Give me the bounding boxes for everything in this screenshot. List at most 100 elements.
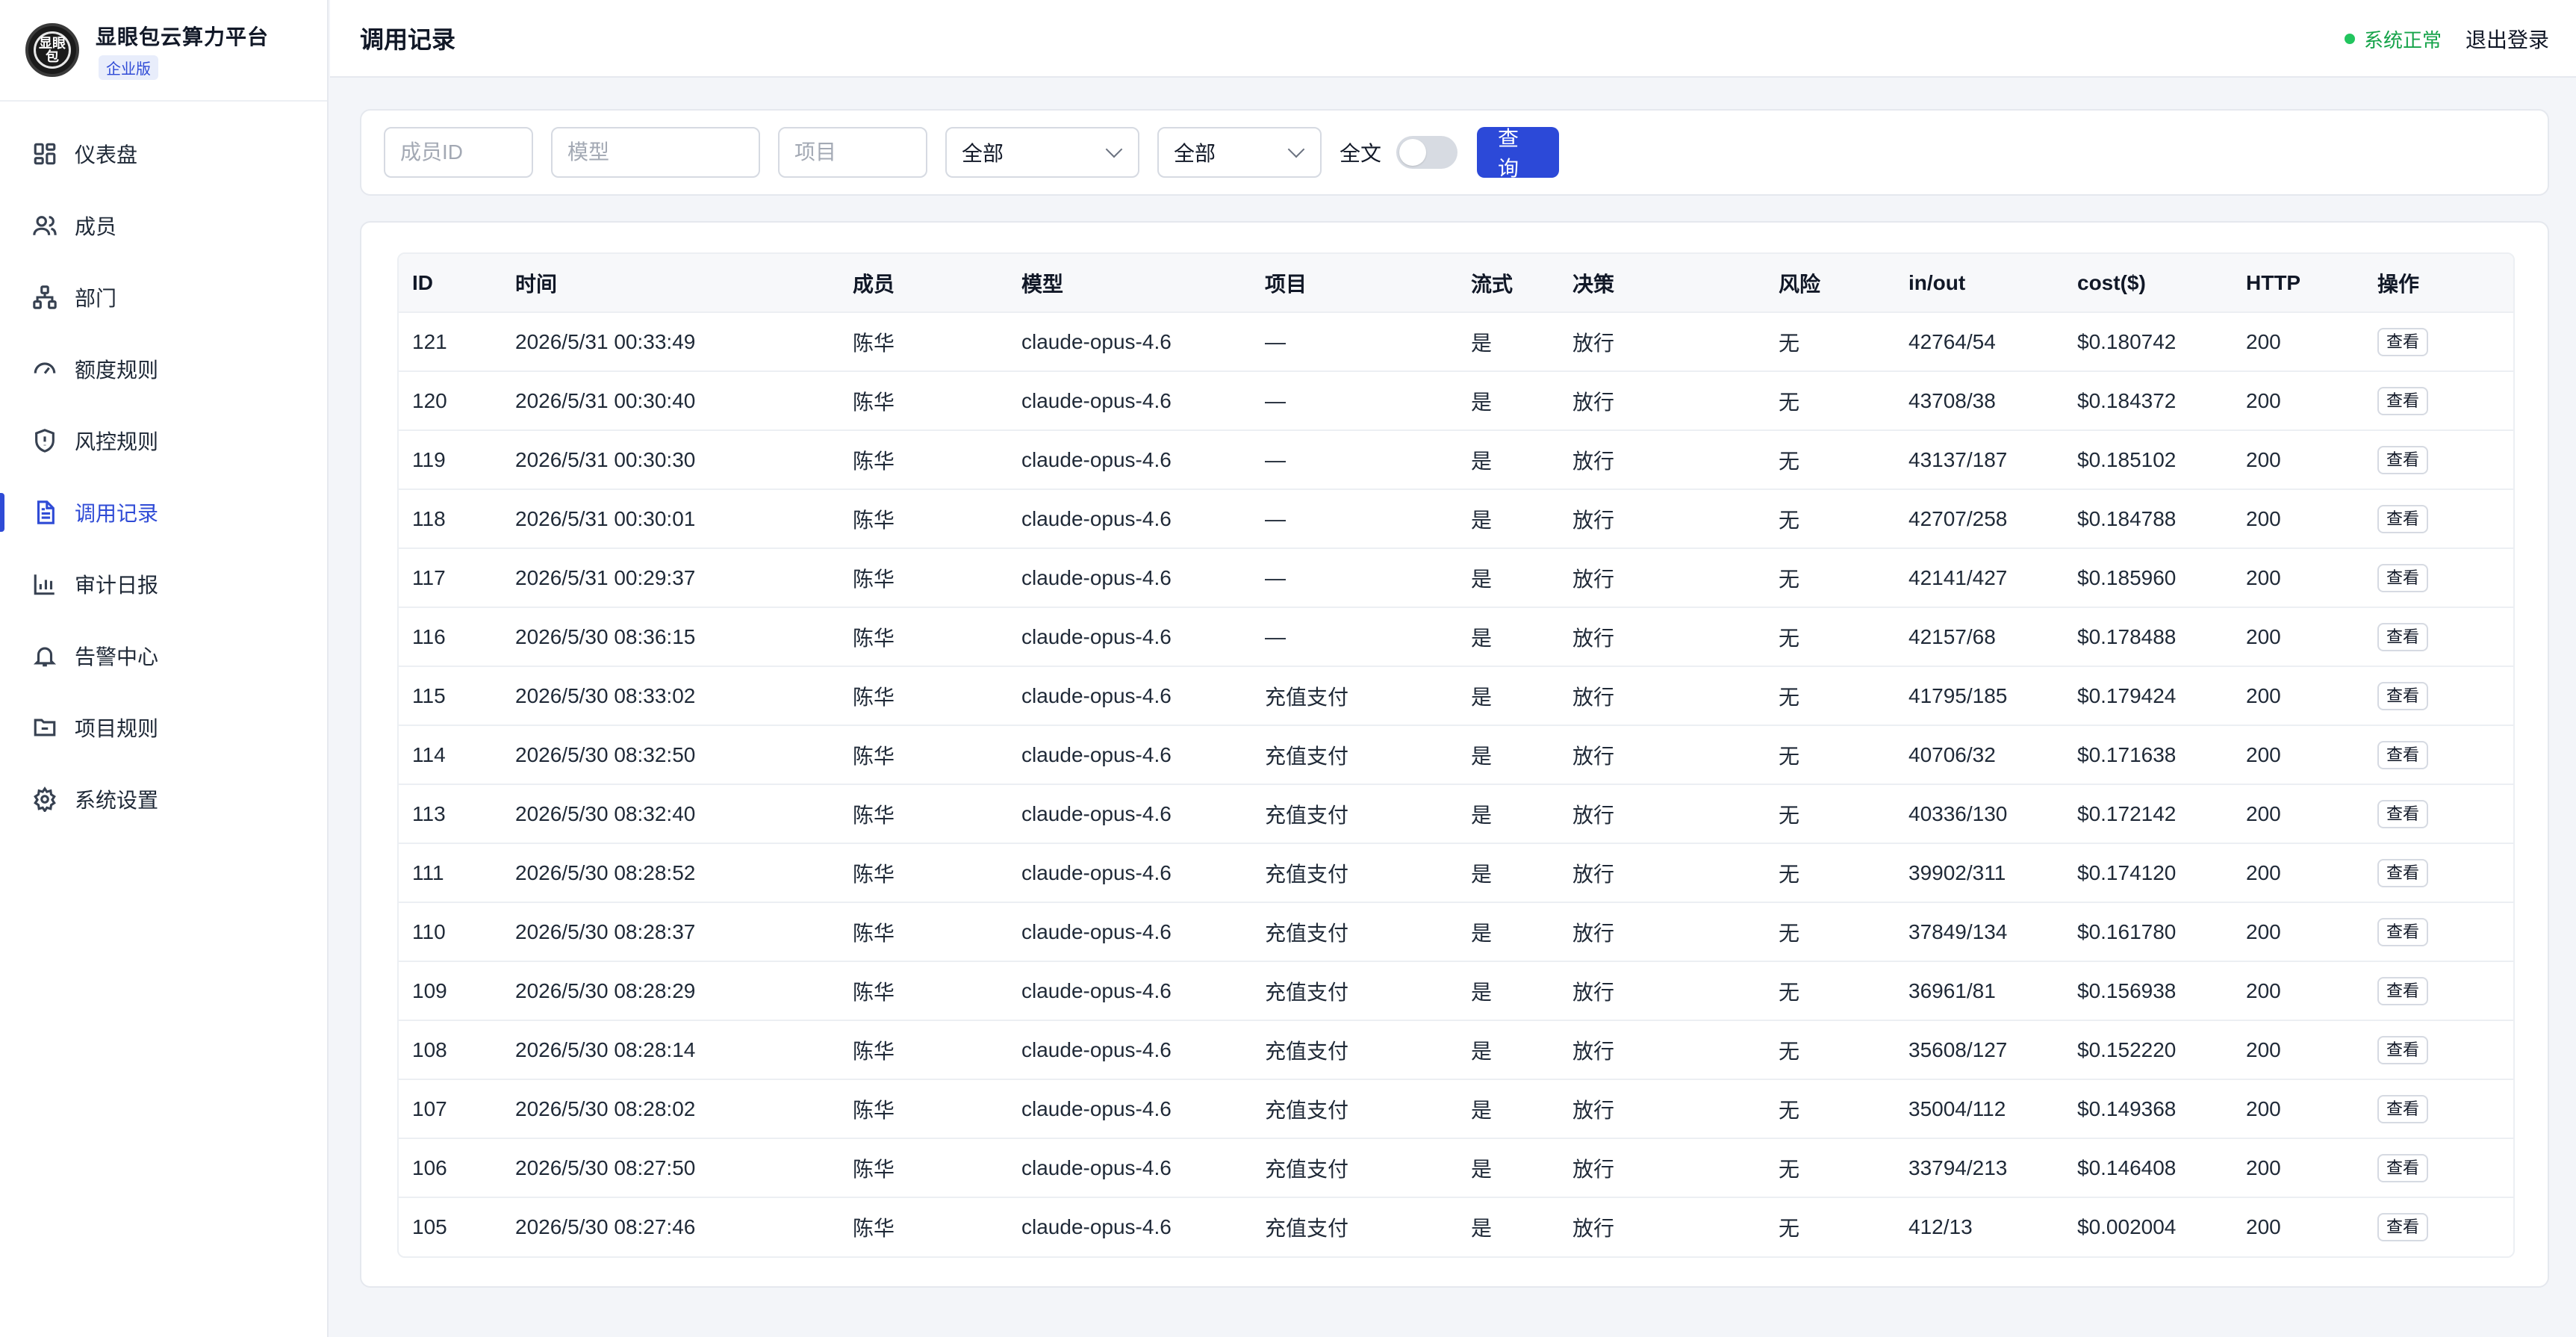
sidebar-item[interactable]: 审计日报	[0, 548, 327, 620]
project-input[interactable]	[778, 127, 927, 178]
cell-action: 查看	[2364, 1197, 2513, 1256]
cell-id: 106	[412, 1155, 447, 1179]
cell-id: 113	[412, 801, 446, 825]
cell-time: 2026/5/31 00:29:37	[515, 565, 696, 589]
cell-model: claude-opus-4.6	[1021, 919, 1172, 943]
cell-id: 109	[412, 978, 447, 1002]
cell-model: claude-opus-4.6	[1021, 388, 1172, 412]
view-button[interactable]: 查看	[2377, 504, 2429, 533]
view-button[interactable]: 查看	[2377, 327, 2429, 356]
cell-project: 充值支付	[1265, 744, 1349, 768]
sidebar-item-label: 成员	[75, 215, 117, 238]
cell-action: 查看	[2364, 843, 2513, 902]
table-row: 120 2026/5/31 00:30:40 陈华 claude-opus-4.6 — 是…	[399, 371, 2513, 430]
folder-icon	[31, 714, 58, 741]
cell-member: 陈华	[853, 980, 895, 1004]
cell-http: 200	[2246, 624, 2281, 648]
logo-text: 显眼包	[34, 31, 71, 69]
cell-action: 查看	[2364, 430, 2513, 489]
fulltext-label: 全文	[1340, 142, 1382, 165]
view-button[interactable]: 查看	[2377, 1094, 2429, 1123]
cell-action: 查看	[2364, 1079, 2513, 1138]
cell-cost: $0.179424	[2077, 683, 2177, 707]
records-card: ID 时间 成员 模型 项目 流式 决策 风险 in/out cost($) HTTP 操作 121 2…	[360, 221, 2549, 1288]
view-button[interactable]: 查看	[2377, 681, 2429, 710]
sidebar-item[interactable]: 告警中心	[0, 620, 327, 692]
cell-id: 119	[412, 447, 446, 471]
cell-time: 2026/5/30 08:28:29	[515, 978, 696, 1002]
cell-id: 117	[412, 565, 446, 589]
sidebar-item[interactable]: 仪表盘	[0, 118, 327, 190]
cell-decision: 放行	[1572, 508, 1615, 532]
view-button[interactable]: 查看	[2377, 976, 2429, 1005]
cell-stream: 是	[1471, 980, 1493, 1004]
sidebar-item[interactable]: 系统设置	[0, 763, 327, 835]
table-row: 118 2026/5/31 00:30:01 陈华 claude-opus-4.6 — 是…	[399, 489, 2513, 548]
sidebar-item[interactable]: 成员	[0, 190, 327, 261]
cell-project: —	[1265, 565, 1286, 589]
cell-id: 121	[412, 329, 447, 353]
cell-member: 陈华	[853, 449, 895, 473]
cell-member: 陈华	[853, 744, 895, 768]
cell-cost: $0.185102	[2077, 447, 2177, 471]
cell-cost: $0.184372	[2077, 388, 2177, 412]
view-button[interactable]: 查看	[2377, 386, 2429, 415]
table-row: 121 2026/5/31 00:33:49 陈华 claude-opus-4.6 — 是…	[399, 312, 2513, 371]
cell-member: 陈华	[853, 626, 895, 650]
cell-stream: 是	[1471, 744, 1493, 768]
cell-time: 2026/5/30 08:28:37	[515, 919, 696, 943]
view-button[interactable]: 查看	[2377, 799, 2429, 828]
cell-decision: 放行	[1572, 685, 1615, 709]
fulltext-toggle[interactable]	[1396, 136, 1458, 169]
sidebar-item-label: 额度规则	[75, 359, 159, 382]
cell-decision: 放行	[1572, 1039, 1615, 1063]
cell-cost: $0.178488	[2077, 624, 2177, 648]
cell-project: —	[1265, 624, 1286, 648]
table-row: 108 2026/5/30 08:28:14 陈华 claude-opus-4.6 充值…	[399, 1020, 2513, 1079]
view-button[interactable]: 查看	[2377, 1035, 2429, 1064]
view-button[interactable]: 查看	[2377, 740, 2429, 769]
cell-id: 116	[412, 624, 446, 648]
view-button[interactable]: 查看	[2377, 1213, 2429, 1241]
query-button[interactable]: 查询	[1477, 127, 1560, 180]
risk-select[interactable]: 全部	[1157, 127, 1322, 178]
cell-http: 200	[2246, 683, 2281, 707]
view-button[interactable]: 查看	[2377, 1153, 2429, 1182]
cell-cost: $0.149368	[2077, 1096, 2177, 1120]
cell-project: 充值支付	[1265, 803, 1349, 827]
chevron-down-icon	[1105, 140, 1123, 158]
sidebar-item[interactable]: 风控规则	[0, 405, 327, 477]
cell-project: 充值支付	[1265, 1217, 1349, 1240]
view-button[interactable]: 查看	[2377, 622, 2429, 651]
view-button[interactable]: 查看	[2377, 445, 2429, 474]
logout-button[interactable]: 退出登录	[2465, 24, 2549, 54]
view-button[interactable]: 查看	[2377, 917, 2429, 946]
cell-inout: 39902/311	[1908, 860, 2006, 884]
sidebar-item[interactable]: 调用记录	[0, 477, 327, 548]
cell-time: 2026/5/31 00:30:01	[515, 506, 696, 530]
view-button[interactable]: 查看	[2377, 563, 2429, 592]
sidebar-item[interactable]: 项目规则	[0, 692, 327, 763]
table-header-row: ID 时间 成员 模型 项目 流式 决策 风险 in/out cost($) HTTP 操作	[399, 254, 2513, 312]
gauge-icon	[31, 356, 58, 382]
sidebar-item[interactable]: 额度规则	[0, 333, 327, 405]
cell-decision: 放行	[1572, 626, 1615, 650]
toggle-knob	[1399, 139, 1427, 166]
cell-time: 2026/5/30 08:32:50	[515, 742, 696, 766]
model-input[interactable]	[551, 127, 760, 178]
cell-project: 充值支付	[1265, 862, 1349, 886]
sidebar-item[interactable]: 部门	[0, 261, 327, 333]
cell-stream: 是	[1471, 685, 1493, 709]
cell-cost: $0.172142	[2077, 801, 2177, 825]
sidebar-item-label: 风控规则	[75, 430, 159, 453]
cell-risk: 无	[1779, 803, 1800, 827]
cell-http: 200	[2246, 1037, 2281, 1061]
cell-stream: 是	[1471, 1157, 1493, 1181]
table-row: 119 2026/5/31 00:30:30 陈华 claude-opus-4.6 — 是…	[399, 430, 2513, 489]
decision-select[interactable]: 全部	[945, 127, 1139, 178]
cell-model: claude-opus-4.6	[1021, 1155, 1172, 1179]
cell-inout: 40336/130	[1908, 801, 2008, 825]
member-id-input[interactable]	[384, 127, 533, 178]
cell-risk: 无	[1779, 1039, 1800, 1063]
view-button[interactable]: 查看	[2377, 858, 2429, 887]
